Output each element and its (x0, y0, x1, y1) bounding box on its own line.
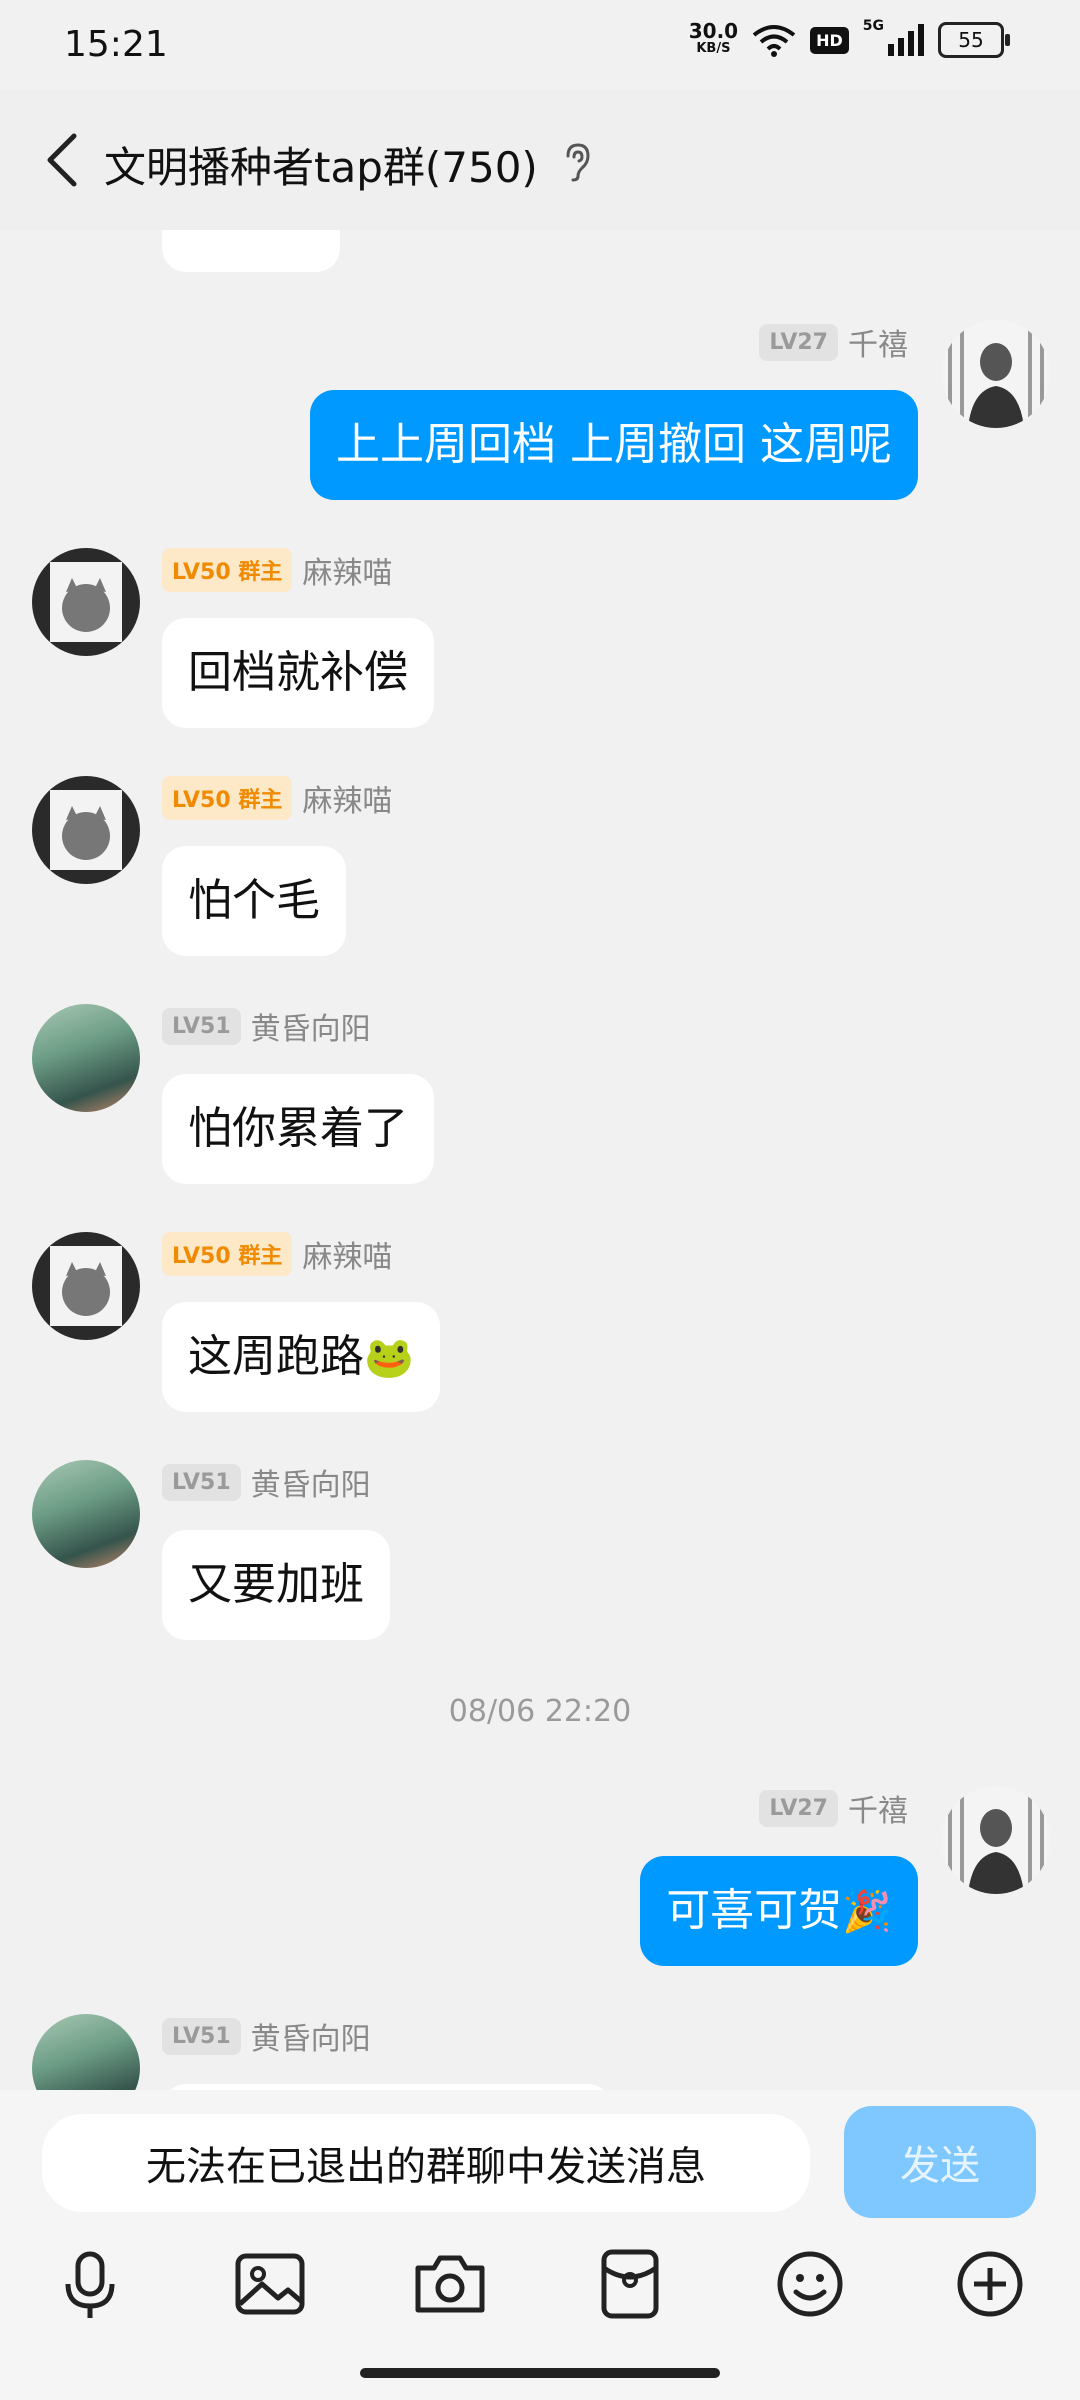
avatar[interactable] (32, 1460, 140, 1568)
sender-meta: LV50 群主 麻辣喵 (162, 1232, 392, 1276)
back-arrow-icon[interactable] (34, 128, 94, 192)
send-button[interactable]: 发送 (844, 2106, 1036, 2218)
cat-avatar-icon (50, 790, 122, 870)
avatar[interactable] (942, 320, 1050, 428)
camera-icon[interactable] (410, 2244, 490, 2324)
image-icon[interactable] (230, 2244, 310, 2324)
message-bubble[interactable]: 怕个毛 (162, 846, 346, 956)
avatar[interactable] (32, 2014, 140, 2090)
sender-meta: LV51 黄昏向阳 (162, 1460, 371, 1504)
red-packet-icon[interactable] (590, 2244, 670, 2324)
level-badge: LV27 (759, 323, 838, 361)
sender-name: 黄昏向阳 (250, 1468, 371, 1503)
message-bubble[interactable]: 回档就补偿 (162, 618, 434, 728)
sender-meta: LV51 黄昏向阳 (162, 1004, 371, 1048)
sender-meta: LV51 黄昏向阳 (162, 2014, 371, 2058)
message-bubble[interactable]: 上上周回档 上周撤回 这周呢 (310, 390, 918, 500)
avatar[interactable] (942, 1786, 1050, 1894)
sender-meta: LV50 群主 麻辣喵 (162, 548, 392, 592)
sender-name: 黄昏向阳 (250, 1012, 371, 1047)
message-text: 这周跑路 (188, 1331, 364, 1382)
frog-emoji-icon: 🐸 (364, 1335, 414, 1381)
level-badge: LV50 群主 (162, 1232, 293, 1276)
level-badge: LV50 群主 (162, 776, 293, 820)
sender-name: 麻辣喵 (302, 784, 393, 819)
chat-title[interactable]: 文明播种者tap群(750) (104, 134, 538, 195)
level-badge: LV51 (162, 2017, 241, 2055)
avatar[interactable] (32, 548, 140, 656)
level-badge: LV51 (162, 1463, 241, 1501)
emoji-icon[interactable] (770, 2244, 850, 2324)
chat-timestamp: 08/06 22:20 (448, 1694, 632, 1729)
avatar[interactable] (32, 1232, 140, 1340)
sender-name: 黄昏向阳 (250, 2022, 371, 2057)
message-bubble[interactable]: 这周跑路🐸 (162, 1302, 440, 1412)
cat-avatar-icon (50, 1246, 122, 1326)
sender-name: 千禧 (848, 1794, 908, 1829)
home-indicator[interactable] (360, 2368, 720, 2378)
input-bar: 无法在已退出的群聊中发送消息 发送 (0, 2090, 1080, 2400)
party-popper-icon: 🎉 (842, 1889, 892, 1935)
plus-icon[interactable] (950, 2244, 1030, 2324)
sender-name: 麻辣喵 (302, 556, 393, 591)
avatar[interactable] (32, 776, 140, 884)
sender-meta: LV50 群主 麻辣喵 (162, 776, 392, 820)
message-bubble[interactable]: 可喜可贺🎉 (640, 1856, 918, 1966)
sender-name: 麻辣喵 (302, 1240, 393, 1275)
sender-meta: LV27 千禧 (759, 1786, 908, 1830)
message-bubble[interactable]: 怕你累着了 (162, 1074, 434, 1184)
message-bubble[interactable]: 又要加班 (162, 1530, 390, 1640)
message-text: 可喜可贺 (666, 1885, 843, 1936)
avatar-self-icon (948, 320, 1044, 428)
mic-icon[interactable] (50, 2244, 130, 2324)
level-badge: LV27 (759, 1789, 838, 1827)
avatar[interactable] (32, 1004, 140, 1112)
level-badge: LV51 (162, 1007, 241, 1045)
sender-name: 千禧 (848, 328, 908, 363)
ear-icon[interactable] (560, 142, 594, 182)
level-badge: LV50 群主 (162, 548, 293, 592)
chat-header: 文明播种者tap群(750) (0, 90, 1080, 230)
message-input[interactable]: 无法在已退出的群聊中发送消息 (42, 2114, 810, 2212)
cat-avatar-icon (50, 562, 122, 642)
sender-meta: LV27 千禧 (759, 320, 908, 364)
chat-area[interactable]: LV27 千禧 上上周回档 上周撤回 这周呢 LV50 群主 麻辣喵 回档就补偿… (0, 0, 1080, 2090)
avatar-self-icon (948, 1786, 1044, 1894)
